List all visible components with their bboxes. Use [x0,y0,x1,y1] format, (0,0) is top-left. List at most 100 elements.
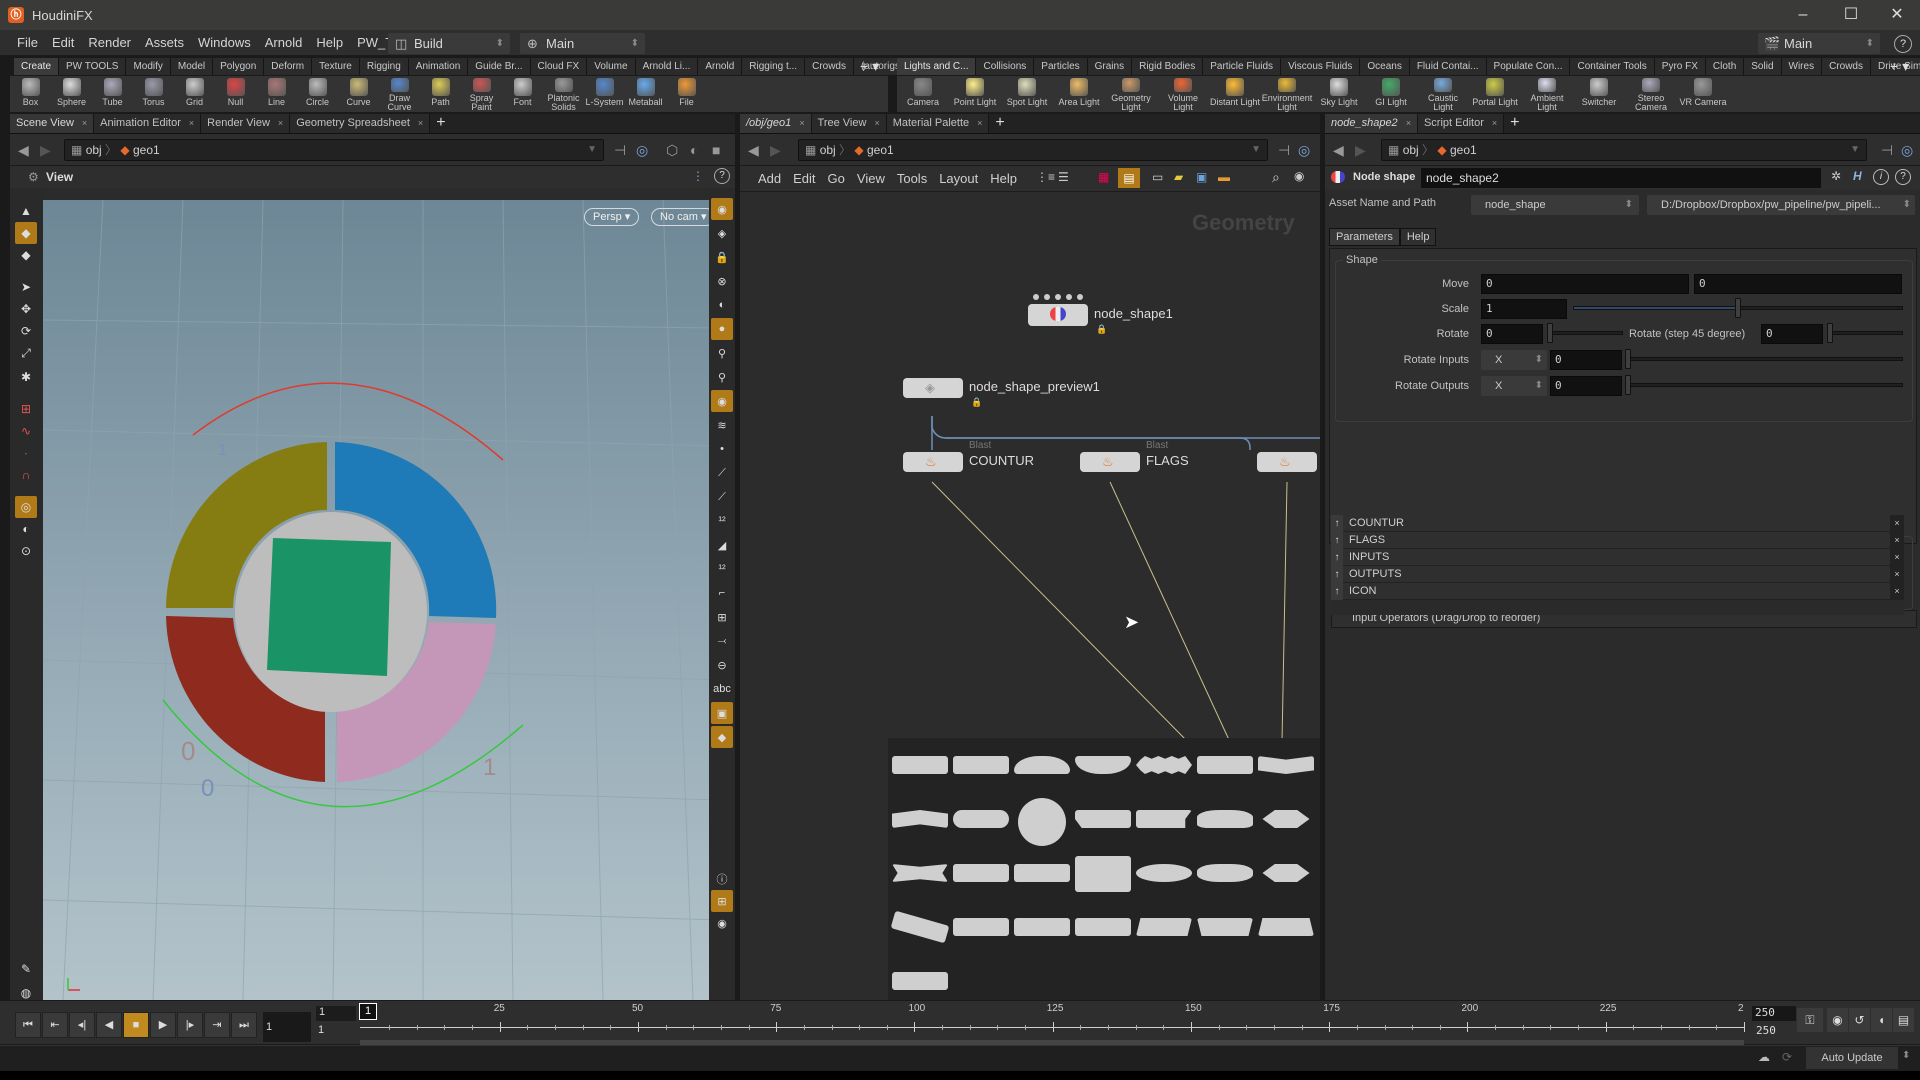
rotate-inputs-slider[interactable] [1625,357,1903,361]
current-frame-field[interactable]: 1 [263,1012,311,1042]
back-arrow-icon[interactable]: ◀ [1333,142,1344,159]
subtab-parameters[interactable]: Parameters [1329,228,1400,246]
rotate-step-slider[interactable] [1827,331,1903,335]
move-up-arrow-icon[interactable]: ↑ [1331,566,1343,583]
prim-number-icon[interactable]: ¹² [711,558,733,580]
tool-camera[interactable]: Camera [897,76,949,112]
rotate-slider-knob[interactable] [1547,323,1553,343]
node-shape-peanut[interactable] [1197,864,1253,882]
link-icon[interactable]: ◎ [636,142,648,159]
shelf-tab-guide-br[interactable]: Guide Br... [468,58,531,75]
move-up-arrow-icon[interactable]: ↑ [1331,583,1343,600]
shelf-tab-crowds[interactable]: Crowds [805,58,854,75]
crumb-obj[interactable]: obj [820,143,836,157]
handle-icon[interactable]: ✱ [15,366,37,388]
bounding-box-icon[interactable]: ⊖ [711,654,733,676]
desktop-select[interactable]: ◫ Build ⬍ [388,33,510,54]
shelf-tab-pw-tools[interactable]: PW TOOLS [59,58,127,75]
node-shape-bowtie[interactable] [892,864,948,882]
tool-tube[interactable]: Tube [92,76,133,112]
menu-windows[interactable]: Windows [191,35,258,50]
arrow-select-icon[interactable]: ➤ [15,276,37,298]
tool-circle[interactable]: Circle [297,76,338,112]
tool-area-light[interactable]: Area Light [1053,76,1105,112]
node-shape-pill[interactable] [953,810,1009,828]
add-image-icon[interactable]: ▣ [1196,170,1207,184]
shelf-tab-polygon[interactable]: Polygon [213,58,265,75]
shelf-tab-pyro-fx[interactable]: Pyro FX [1654,58,1706,75]
node-shape-folder-right[interactable] [1075,918,1131,936]
shelf-tab-oceans[interactable]: Oceans [1360,58,1410,75]
shelf-tab-animation[interactable]: Animation [408,58,469,75]
magnet-icon[interactable]: ∩ [15,464,37,486]
edge-icon[interactable]: ⌐ [711,582,733,604]
move-icon[interactable]: ✥ [15,298,37,320]
node-shape-flat[interactable] [953,918,1009,936]
jump-to-start-icon[interactable]: ⏮ [15,1012,41,1038]
node-shape-diamond[interactable] [1262,810,1310,828]
network-path-field[interactable]: ▦ obj 〉 ◆ geo1 ▼ [798,139,1268,161]
move-x-field[interactable]: 0 [1481,274,1689,294]
start-frame-field[interactable]: 1 [316,1006,356,1021]
node-shape-ellipse[interactable] [1136,864,1192,882]
info-icon[interactable]: i [1873,169,1889,185]
tool-spray-paint[interactable]: Spray Paint [461,76,502,112]
tab-material-palette[interactable]: Material Palette × [886,114,990,133]
list-view-icon[interactable]: ☰ [1058,170,1069,184]
node-flags[interactable]: ♨ [1080,452,1140,472]
move-up-arrow-icon[interactable]: ↑ [1331,532,1343,549]
help-icon[interactable]: ? [1894,35,1912,53]
pin-icon[interactable]: ⊣ [1881,142,1893,159]
tool-point-light[interactable]: Point Light [949,76,1001,112]
tool-line[interactable]: Line [256,76,297,112]
step-to-prev-key-icon[interactable]: ⇤ [42,1012,68,1038]
input-operator-row[interactable]: ↑ COUNTUR × [1331,515,1904,532]
play-forward-icon[interactable]: ▶ [150,1012,176,1038]
scale-field[interactable]: 1 [1481,299,1567,319]
asset-path-select[interactable]: D:/Dropbox/Dropbox/pw_pipeline/pw_pipeli… [1647,195,1915,215]
node-countur[interactable]: ♨ [903,452,963,472]
menu-file[interactable]: File [10,35,45,50]
select-geometry-icon[interactable]: ◆ [15,222,37,244]
prim-normal-icon[interactable]: ⟋ [711,486,733,508]
shelf-tab-collisions[interactable]: Collisions [976,58,1035,75]
viewport[interactable]: 1 0 0 1 Persp ▾ No cam ▾ [43,200,719,1000]
tool-environment-light[interactable]: Environment Light [1261,76,1313,112]
network-editor[interactable]: Geometry node_shape1 🔒 ◈ node_shape_prev… [740,192,1320,1000]
input-operator-row[interactable]: ↑ INPUTS × [1331,549,1904,566]
tool-caustic-light[interactable]: Caustic Light [1417,76,1469,112]
rotate-inputs-knob[interactable] [1625,349,1631,369]
menu-render[interactable]: Render [81,35,138,50]
shelf-tab-particle-fluids[interactable]: Particle Fluids [1203,58,1282,75]
viewer-help-icon[interactable]: ? [714,168,730,184]
close-tab-icon[interactable]: × [418,118,423,128]
node-shape-wave[interactable] [892,972,948,990]
path-field[interactable]: ▦ obj 〉 ◆ geo1 ▼ [64,139,604,161]
subtab-help[interactable]: Help [1399,228,1437,246]
tool-null[interactable]: Null [215,76,256,112]
path-dropdown-icon[interactable]: ▼ [1850,140,1860,160]
camera-button[interactable]: No cam ▾ [651,208,716,226]
update-mode-select[interactable]: Auto Update [1806,1047,1898,1069]
node-node-shape-preview1[interactable]: ◈ [903,378,963,398]
remove-operator-icon[interactable]: × [1890,583,1904,600]
move-y-field[interactable]: 0 [1694,274,1902,294]
shelf-tab-texture[interactable]: Texture [312,58,360,75]
hide-icon[interactable]: ⊗ [711,270,733,292]
snap-point-icon[interactable]: ∙ [15,442,37,464]
node-shape-chevron-down[interactable] [1258,756,1314,774]
tab-node-shape2[interactable]: node_shape2 × [1325,114,1418,133]
stop-icon[interactable]: ■ [123,1012,149,1038]
shelf-tab-rigging-t[interactable]: Rigging t... [742,58,806,75]
tool-grid[interactable]: Grid [174,76,215,112]
text-display-icon[interactable]: abc [711,678,733,700]
shelf-tab-volume[interactable]: Volume [587,58,636,75]
scale-slider-knob[interactable] [1735,298,1741,318]
node-shape-folder-left[interactable] [1014,918,1070,936]
crumb-geo1[interactable]: geo1 [1450,143,1477,157]
color-palette-icon[interactable]: ▦ [1098,170,1109,184]
node-shape-chevron-up[interactable] [892,810,948,828]
shelf-tab-rigging[interactable]: Rigging [359,58,409,75]
context-select[interactable]: ⊕ Main ⬍ [520,33,645,54]
rotate-field[interactable]: 0 [1481,324,1543,344]
